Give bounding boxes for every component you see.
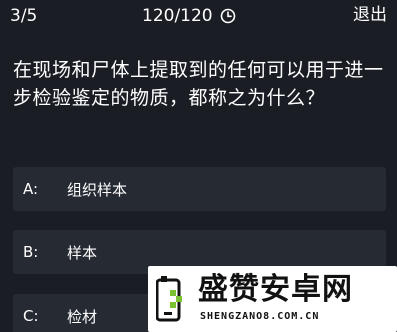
clock-icon [220, 8, 235, 24]
top-bar: 3/5 120/120 退出 [0, 0, 397, 32]
watermark-name: 盛赞安卓网 [198, 272, 353, 307]
question-text: 在现场和尸体上提取到的任何可以用于进一步检验鉴定的物质，都称之为什么？ [13, 59, 384, 109]
exit-button[interactable]: 退出 [353, 4, 387, 26]
question-progress: 3/5 [10, 6, 38, 26]
option-label: 组织样本 [67, 180, 128, 199]
option-letter: A: [23, 180, 39, 198]
option-label: 检材 [67, 307, 98, 326]
timer-value: 120/120 [142, 6, 213, 26]
option-label: 样本 [67, 243, 98, 262]
option-letter: C: [23, 307, 39, 325]
option-a[interactable]: A: 组织样本 [13, 167, 386, 211]
watermark-url: SHENGZANO8.COM.CN [200, 311, 320, 322]
site-watermark: 盛赞安卓网 SHENGZANO8.COM.CN [148, 266, 397, 332]
phone-logo-icon [156, 276, 182, 322]
timer: 120/120 [142, 5, 236, 27]
option-letter: B: [23, 243, 39, 261]
